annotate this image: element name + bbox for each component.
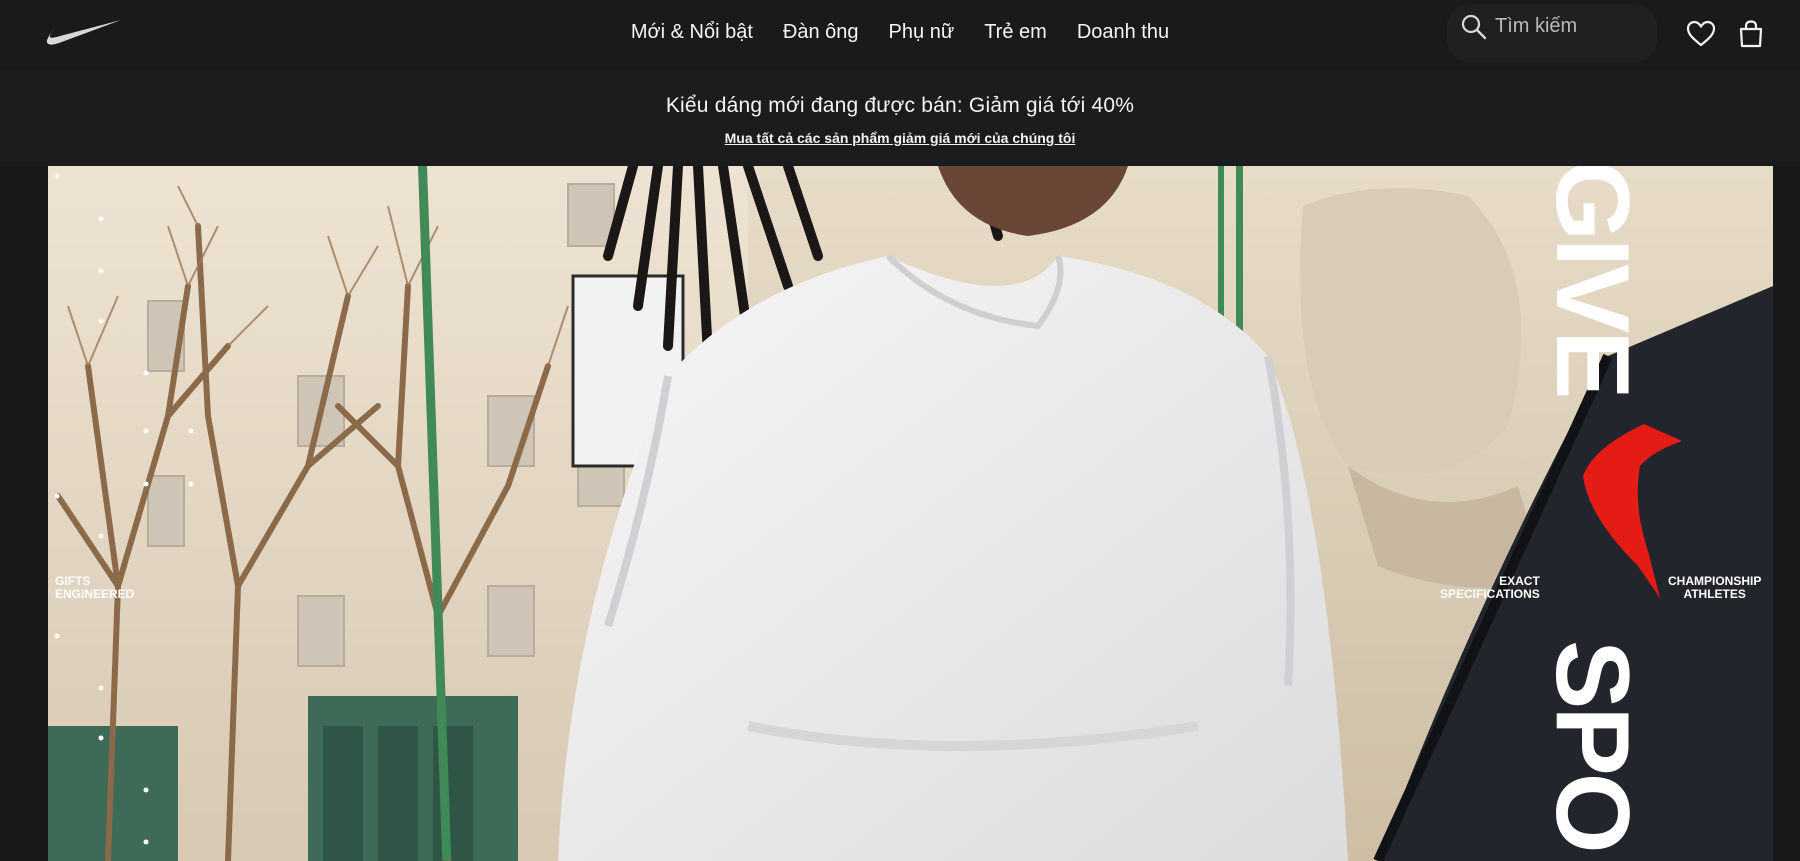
hero-image bbox=[48, 166, 1773, 861]
site-header: Mới & Nổi bật Đàn ông Phụ nữ Trẻ em Doan… bbox=[0, 0, 1800, 68]
search-input[interactable]: Tìm kiếm bbox=[1447, 4, 1657, 62]
shopping-bag-icon[interactable] bbox=[1735, 18, 1767, 50]
hero-caption-exact-specifications: EXACT SPECIFICATIONS bbox=[1440, 574, 1540, 601]
promo-link-text[interactable]: Mua tất cả các sản phẩm giảm giá mới của… bbox=[725, 130, 1076, 146]
nav-kids[interactable]: Trẻ em bbox=[969, 21, 1062, 44]
promo-banner: Kiểu dáng mới đang được bán: Giảm giá tớ… bbox=[0, 70, 1800, 166]
nav-women[interactable]: Phụ nữ bbox=[874, 21, 970, 44]
heart-icon[interactable] bbox=[1685, 18, 1717, 50]
promo-title: Kiểu dáng mới đang được bán: Giảm giá tớ… bbox=[665, 94, 1135, 117]
hero-caption-gifts-engineered: GIFTS ENGINEERED bbox=[55, 574, 135, 601]
nav-sale[interactable]: Doanh thu bbox=[1062, 21, 1184, 44]
hero-banner[interactable]: GIVE SPO GIFTS ENGINEERED EXACT SPECIFIC… bbox=[48, 166, 1773, 861]
hero-word-spo: SPO bbox=[1534, 640, 1650, 851]
hero-caption-championship-athletes: CHAMPIONSHIP ATHLETES bbox=[1668, 574, 1762, 601]
nav-new-featured[interactable]: Mới & Nổi bật bbox=[616, 21, 768, 44]
search-placeholder: Tìm kiếm bbox=[1495, 15, 1578, 37]
hero-word-give: GIVE bbox=[1534, 166, 1650, 397]
search-icon[interactable] bbox=[1460, 13, 1488, 41]
promo-link[interactable]: Mua tất cả các sản phẩm giảm giá mới của… bbox=[0, 130, 1800, 146]
nav-men[interactable]: Đàn ông bbox=[768, 21, 874, 44]
